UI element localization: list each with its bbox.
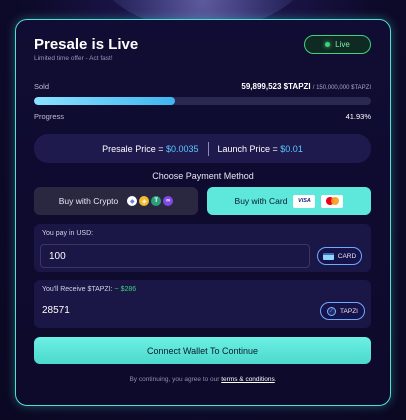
launch-price-value: $0.01 bbox=[280, 143, 303, 154]
progress-label: Progress bbox=[34, 112, 65, 121]
live-label: Live bbox=[335, 40, 350, 49]
sold-value: 59,899,523 $TAPZI / 150,000,000 $TAPZI bbox=[241, 82, 371, 91]
payment-method-heading: Choose Payment Method bbox=[152, 171, 254, 181]
terms-prefix: By continuing, you agree to our bbox=[129, 376, 222, 383]
card-chip-label: CARD bbox=[337, 252, 357, 260]
crypto-coins: ◆ ◈ T ∞ bbox=[127, 196, 174, 206]
launch-price-label: Launch Price = bbox=[217, 143, 281, 154]
live-status-badge: Live bbox=[304, 35, 371, 54]
page-title: Presale is Live bbox=[34, 36, 139, 53]
usd-amount-input[interactable] bbox=[40, 244, 310, 268]
terms-notice: By continuing, you agree to our terms & … bbox=[0, 376, 406, 383]
sold-amount: 59,899,523 $TAPZI bbox=[241, 82, 311, 91]
mastercard-icon bbox=[321, 194, 344, 208]
terms-suffix: . bbox=[274, 376, 277, 383]
page-subtitle: Limited time offer - Act fast! bbox=[34, 55, 113, 62]
bnb-icon: ◈ bbox=[139, 196, 150, 206]
pay-usd-section: You pay in USD: CARD bbox=[34, 224, 371, 272]
tether-icon: T bbox=[151, 196, 162, 206]
sold-label: Sold bbox=[34, 82, 50, 91]
presale-price-label: Presale Price = bbox=[102, 143, 166, 154]
tapzi-token-chip: ⟋ TAPZI bbox=[320, 302, 365, 320]
price-divider bbox=[207, 141, 209, 156]
pay-usd-label: You pay in USD: bbox=[42, 230, 94, 237]
presale-price-value: $0.0035 bbox=[165, 143, 199, 154]
live-dot-icon bbox=[325, 42, 331, 47]
card-currency-chip[interactable]: CARD bbox=[317, 247, 362, 265]
presale-price: Presale Price = $0.0035 bbox=[102, 144, 198, 154]
terms-link[interactable]: terms & conditions bbox=[221, 376, 274, 383]
receive-tapzi-section: You'll Receive $TAPZI: ~ $286 28571 ⟋ TA… bbox=[34, 280, 371, 328]
tapzi-chip-label: TAPZI bbox=[340, 307, 358, 315]
visa-icon: VISA bbox=[293, 194, 316, 208]
polygon-icon: ∞ bbox=[163, 196, 174, 206]
progress-bar bbox=[34, 97, 371, 105]
receive-amount: 28571 bbox=[42, 305, 70, 316]
connect-wallet-button[interactable]: Connect Wallet To Continue bbox=[34, 337, 371, 364]
progress-bar-fill bbox=[34, 97, 176, 105]
tapzi-logo-icon: ⟋ bbox=[327, 306, 337, 316]
buy-with-card-button[interactable]: Buy with Card VISA bbox=[207, 187, 371, 215]
receive-label-text: You'll Receive $TAPZI: bbox=[42, 286, 113, 293]
progress-percent: 41.93% bbox=[345, 112, 371, 121]
receive-usd-equivalent: ~ $286 bbox=[114, 286, 137, 293]
sold-total: / 150,000,000 $TAPZI bbox=[312, 85, 371, 91]
receive-tapzi-label: You'll Receive $TAPZI: ~ $286 bbox=[42, 286, 136, 293]
launch-price: Launch Price = $0.01 bbox=[218, 144, 303, 154]
buy-with-crypto-label: Buy with Crypto bbox=[58, 196, 119, 206]
buy-with-card-label: Buy with Card bbox=[234, 196, 288, 206]
ethereum-icon: ◆ bbox=[127, 196, 138, 206]
price-info-bar: Presale Price = $0.0035 Launch Price = $… bbox=[34, 134, 371, 163]
credit-card-icon bbox=[322, 252, 334, 260]
buy-with-crypto-button[interactable]: Buy with Crypto ◆ ◈ T ∞ bbox=[34, 187, 198, 215]
